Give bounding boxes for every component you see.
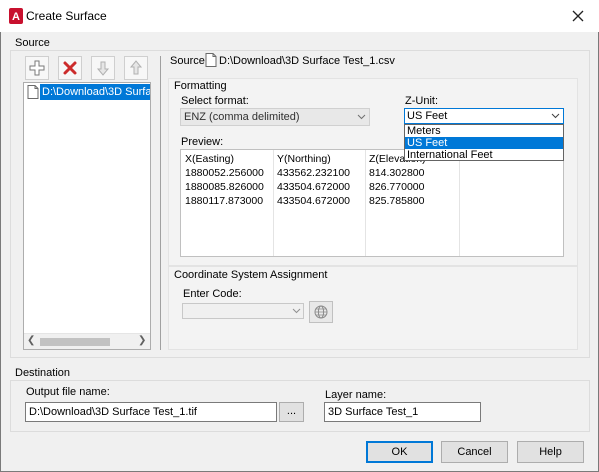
- source-label: Source:: [170, 55, 208, 67]
- preview-label: Preview:: [181, 136, 224, 148]
- move-down-icon: [96, 61, 110, 76]
- source-path: D:\Download\3D Surface Test_1.csv: [219, 55, 395, 67]
- help-button-label: Help: [539, 446, 562, 458]
- file-list-scrollbar[interactable]: ❮ ❯: [24, 333, 150, 349]
- zunit-label: Z-Unit:: [405, 95, 438, 107]
- move-up-icon: [129, 60, 143, 75]
- scrollbar-thumb[interactable]: [40, 338, 110, 346]
- document-icon: [205, 53, 217, 67]
- table-cell: 1880085.826000: [185, 181, 264, 193]
- zunit-option-meters[interactable]: Meters: [405, 125, 563, 137]
- window-title: Create Surface: [26, 9, 107, 23]
- scroll-right-icon[interactable]: ❯: [138, 335, 146, 346]
- formatting-group-label: Formatting: [174, 80, 227, 92]
- browse-coordinate-system-button[interactable]: [309, 301, 333, 323]
- chevron-down-icon: [292, 308, 301, 314]
- coordinate-code-select[interactable]: [182, 303, 304, 319]
- table-cell: 825.785800: [369, 195, 425, 207]
- cancel-button-label: Cancel: [457, 446, 492, 458]
- add-file-button[interactable]: [25, 56, 49, 80]
- source-group-label: Source: [15, 37, 50, 49]
- browse-output-button[interactable]: ...: [279, 402, 304, 422]
- file-list-item[interactable]: D:\Download\3D Surface Test_1.csv: [25, 84, 150, 100]
- add-icon: [29, 60, 45, 76]
- separator: [160, 56, 161, 350]
- zunit-select-value: US Feet: [407, 110, 448, 122]
- title-bar: A Create Surface: [0, 0, 599, 32]
- delete-icon: [63, 61, 77, 75]
- browse-output-label: ...: [286, 405, 297, 417]
- format-select[interactable]: ENZ (comma delimited): [180, 108, 370, 126]
- cancel-button[interactable]: Cancel: [441, 441, 508, 463]
- table-cell: 826.770000: [369, 181, 425, 193]
- column-divider: [459, 150, 460, 256]
- close-icon[interactable]: [570, 8, 586, 24]
- ok-button[interactable]: OK: [366, 441, 433, 463]
- column-header-easting: X(Easting): [185, 153, 235, 165]
- table-cell: 1880052.256000: [185, 167, 264, 179]
- file-list[interactable]: D:\Download\3D Surface Test_1.csv ❮ ❯: [23, 82, 151, 350]
- layer-name-value: 3D Surface Test_1: [328, 406, 419, 418]
- enter-code-label: Enter Code:: [183, 288, 242, 300]
- chevron-down-icon: [551, 113, 560, 119]
- preview-table: X(Easting) Y(Northing) Z(Elevation) 1880…: [180, 149, 564, 257]
- zunit-select[interactable]: US Feet: [404, 108, 564, 124]
- zunit-option-us-feet[interactable]: US Feet: [405, 137, 563, 149]
- remove-file-button[interactable]: [58, 56, 82, 80]
- table-cell: 814.302800: [369, 167, 425, 179]
- chevron-down-icon: [357, 114, 366, 120]
- move-up-button[interactable]: [124, 56, 148, 80]
- zunit-dropdown-list: Meters US Feet International Feet: [404, 124, 564, 161]
- output-file-value: D:\Download\3D Surface Test_1.tif: [29, 406, 197, 418]
- globe-icon: [314, 305, 328, 319]
- scroll-left-icon[interactable]: ❮: [27, 335, 35, 346]
- layer-name-input[interactable]: 3D Surface Test_1: [324, 402, 481, 422]
- move-down-button[interactable]: [91, 56, 115, 80]
- format-select-value: ENZ (comma delimited): [184, 111, 300, 123]
- coordinate-system-group-label: Coordinate System Assignment: [174, 269, 328, 281]
- svg-text:A: A: [12, 11, 20, 23]
- layer-name-label: Layer name:: [325, 389, 387, 401]
- help-button[interactable]: Help: [517, 441, 584, 463]
- file-list-item-label: D:\Download\3D Surface Test_1.csv: [40, 84, 150, 100]
- zunit-option-international-feet[interactable]: International Feet: [405, 149, 563, 161]
- table-cell: 433562.232100: [277, 167, 350, 179]
- autocad-app-icon: A: [9, 8, 23, 24]
- destination-group-label: Destination: [15, 367, 71, 379]
- select-format-label: Select format:: [181, 95, 249, 107]
- table-cell: 1880117.873000: [185, 195, 264, 207]
- table-cell: 433504.672000: [277, 195, 350, 207]
- document-icon: [27, 85, 39, 99]
- output-file-input[interactable]: D:\Download\3D Surface Test_1.tif: [25, 402, 277, 422]
- table-cell: 433504.672000: [277, 181, 350, 193]
- column-header-northing: Y(Northing): [277, 153, 331, 165]
- ok-button-label: OK: [391, 446, 408, 458]
- output-file-label: Output file name:: [26, 386, 110, 398]
